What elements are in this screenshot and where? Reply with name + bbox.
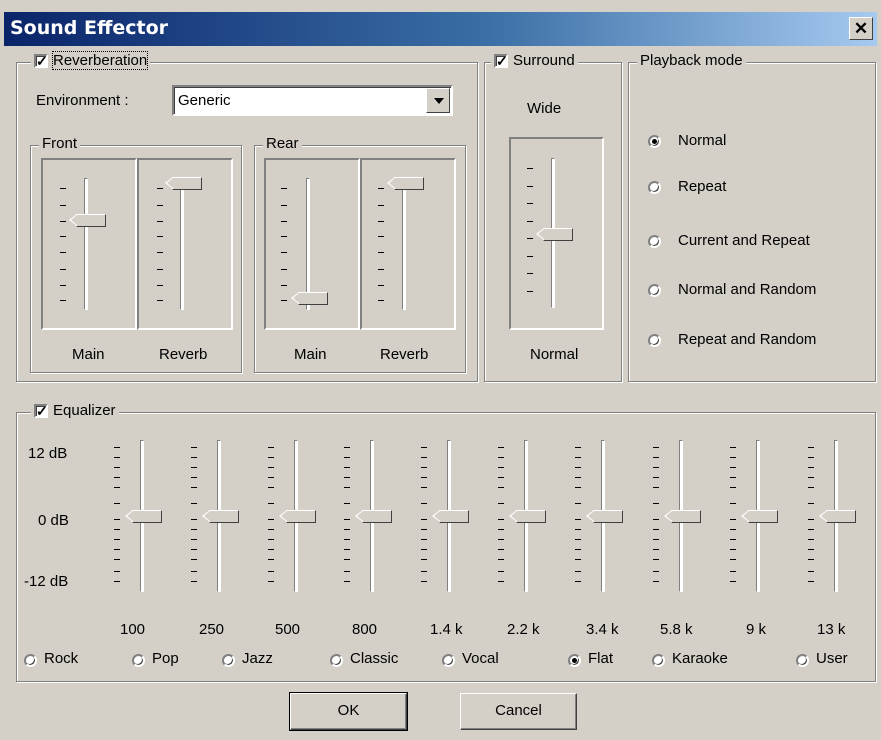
eq-band-label: 500 [275, 621, 301, 638]
playback-option-label: Repeat [678, 178, 727, 195]
equalizer-group: ✓ Equalizer [16, 402, 876, 682]
eq-slider-0[interactable] [125, 510, 162, 523]
equalizer-checkbox[interactable]: ✓ [34, 402, 48, 419]
playback-radio-2[interactable] [648, 235, 661, 248]
preset-label: User [816, 650, 848, 667]
surround-label: Surround [513, 52, 575, 69]
eq-slider-9[interactable] [819, 510, 856, 523]
preset-label: Classic [350, 650, 399, 667]
preset-label: Flat [588, 650, 614, 667]
eq-slider-6[interactable] [586, 510, 623, 523]
rear-main-track [306, 178, 310, 310]
playback-radio-4[interactable] [648, 334, 661, 347]
eq-slider-2[interactable] [279, 510, 316, 523]
eq-slider-7[interactable] [664, 510, 701, 523]
surround-slider[interactable] [536, 228, 573, 241]
front-main-slider[interactable] [69, 214, 106, 227]
db-label-top: 12 dB [28, 445, 68, 462]
preset-label: Vocal [462, 650, 499, 667]
window-title: Sound Effector [10, 17, 169, 39]
eq-band-label: 250 [199, 621, 225, 638]
playback-radio-0[interactable] [648, 135, 661, 148]
eq-band-label: 2.2 k [507, 621, 540, 638]
db-label-mid: 0 dB [38, 512, 69, 529]
surround-checkbox[interactable]: ✓ [494, 52, 508, 69]
eq-band-label: 100 [120, 621, 146, 638]
rear-label: Rear [266, 135, 299, 152]
title-bar: Sound Effector ✕ [4, 12, 877, 46]
playback-mode-label: Playback mode [640, 52, 743, 69]
preset-radio-flat[interactable] [568, 654, 581, 667]
eq-slider-1[interactable] [202, 510, 239, 523]
playback-option-label: Normal [678, 132, 727, 149]
preset-label: Jazz [242, 650, 273, 667]
checkmark-icon: ✓ [496, 52, 508, 69]
preset-label: Pop [152, 650, 179, 667]
equalizer-label: Equalizer [53, 402, 116, 419]
eq-band-label: 13 k [817, 621, 846, 638]
front-main-slider-frame [41, 158, 137, 330]
preset-radio-jazz[interactable] [222, 654, 235, 667]
eq-slider-8[interactable] [741, 510, 778, 523]
front-reverb-track [180, 178, 184, 310]
playback-option-label: Normal and Random [678, 281, 817, 298]
preset-radio-user[interactable] [796, 654, 809, 667]
surround-wide-label: Wide [527, 100, 562, 117]
eq-band-label: 1.4 k [430, 621, 463, 638]
front-reverb-slider[interactable] [165, 177, 202, 190]
checkmark-icon: ✓ [36, 52, 48, 69]
preset-label: Karaoke [672, 650, 728, 667]
checkmark-icon: ✓ [36, 402, 48, 419]
environment-value: Generic [178, 92, 231, 109]
surround-normal-label: Normal [530, 346, 579, 363]
eq-band-label: 9 k [746, 621, 767, 638]
eq-band-label: 5.8 k [660, 621, 693, 638]
playback-radio-1[interactable] [648, 181, 661, 194]
front-main-label: Main [72, 346, 105, 363]
playback-radio-3[interactable] [648, 284, 661, 297]
eq-slider-3[interactable] [355, 510, 392, 523]
rear-main-label: Main [294, 346, 327, 363]
reverberation-label: Reverberation [51, 51, 149, 70]
preset-label: Rock [44, 650, 79, 667]
rear-reverb-slider[interactable] [387, 177, 424, 190]
front-main-track [84, 178, 88, 310]
front-label: Front [42, 135, 78, 152]
rear-main-slider[interactable] [291, 292, 328, 305]
environment-label: Environment : [36, 92, 129, 109]
preset-radio-classic[interactable] [330, 654, 343, 667]
playback-option-label: Current and Repeat [678, 232, 810, 249]
chevron-down-icon[interactable] [426, 88, 450, 113]
rear-reverb-track [402, 178, 406, 310]
preset-radio-vocal[interactable] [442, 654, 455, 667]
preset-radio-rock[interactable] [24, 654, 37, 667]
ok-button[interactable]: OK [289, 692, 408, 731]
playback-option-label: Repeat and Random [678, 331, 817, 348]
sound-effector-window: Sound Effector ✕ ✓ Reverberation Environ… [0, 0, 881, 740]
environment-select[interactable]: Generic [172, 85, 453, 116]
reverberation-checkbox[interactable]: ✓ [34, 52, 48, 69]
preset-radio-karaoke[interactable] [652, 654, 665, 667]
eq-band-label: 3.4 k [586, 621, 619, 638]
close-icon: ✕ [853, 19, 869, 38]
front-reverb-label: Reverb [159, 346, 208, 363]
eq-slider-4[interactable] [432, 510, 469, 523]
eq-slider-5[interactable] [509, 510, 546, 523]
close-button[interactable]: ✕ [849, 17, 873, 40]
cancel-button[interactable]: Cancel [460, 693, 577, 730]
rear-reverb-label: Reverb [380, 346, 429, 363]
preset-radio-pop[interactable] [132, 654, 145, 667]
db-label-bottom: -12 dB [24, 573, 69, 590]
eq-band-label: 800 [352, 621, 378, 638]
